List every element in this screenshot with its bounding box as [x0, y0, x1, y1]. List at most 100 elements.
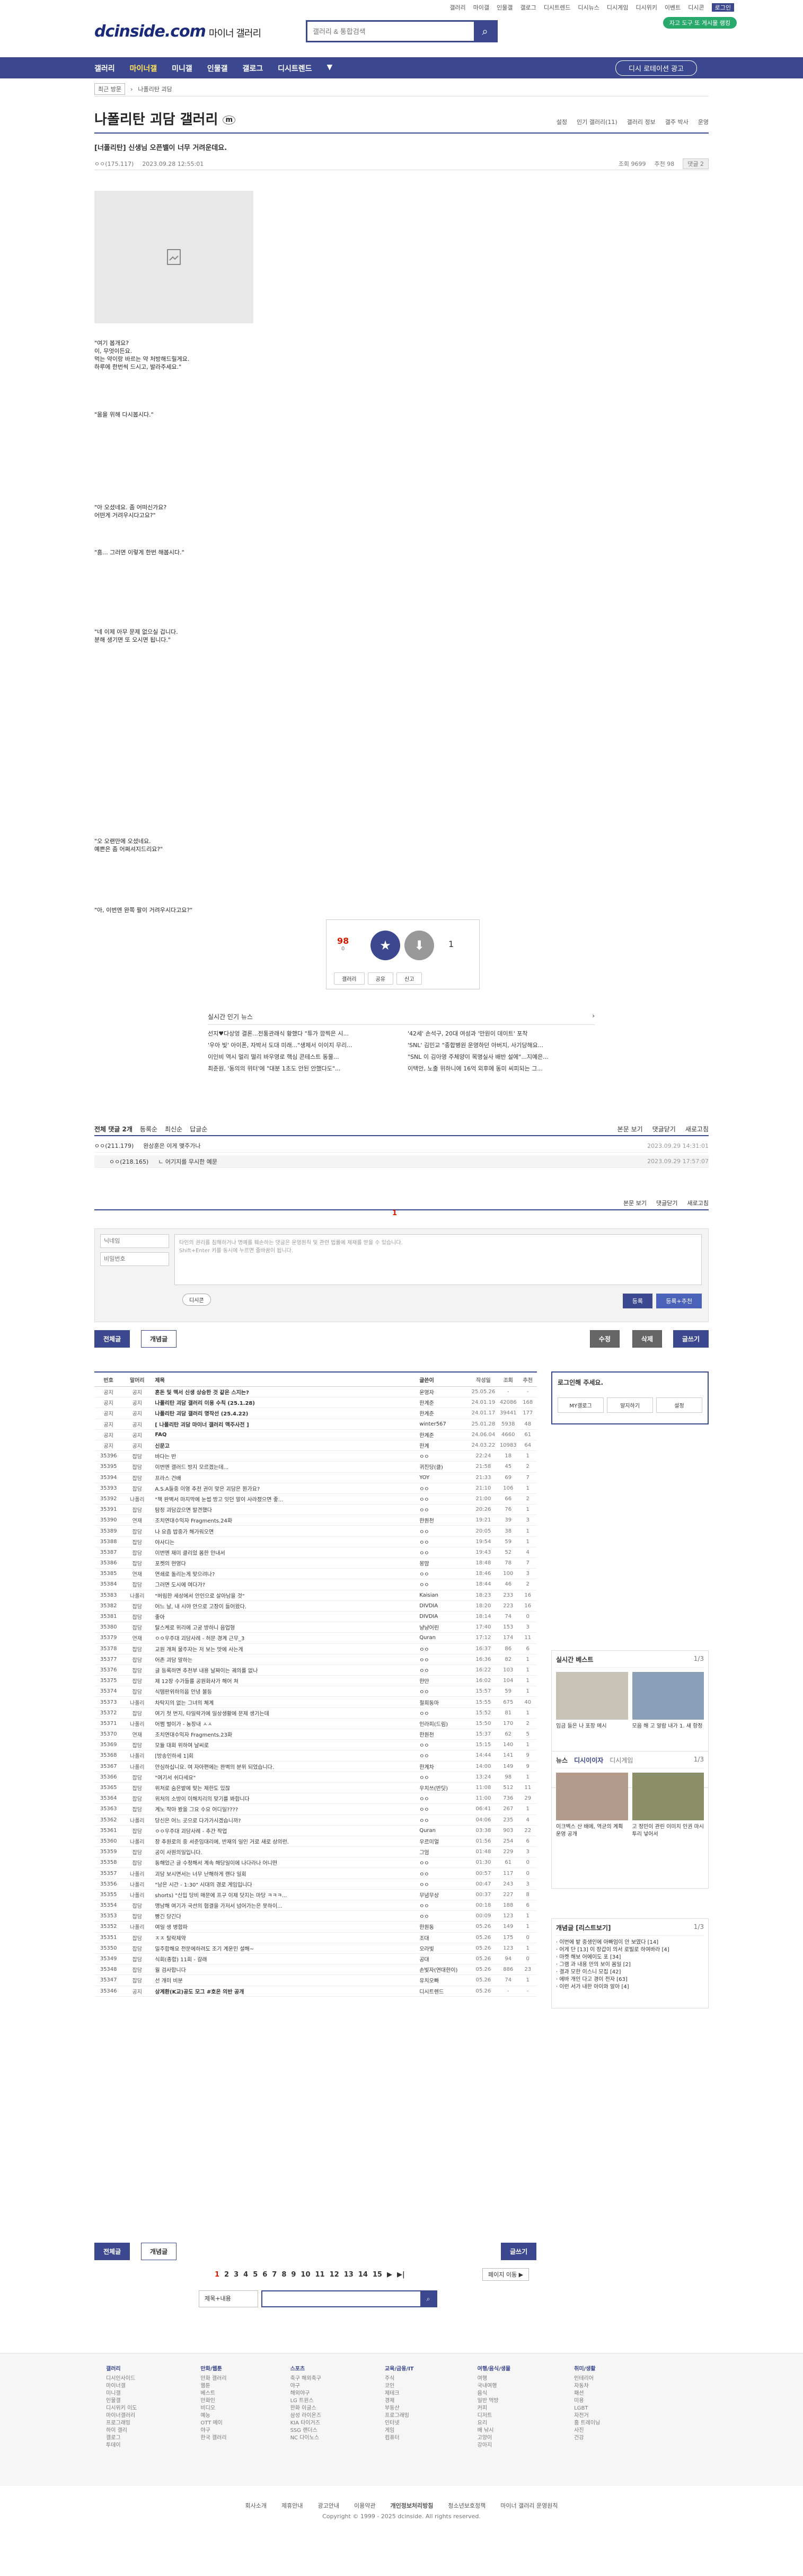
table-cell-2[interactable]: 장 추원로의 중 서준임대리에, 반재의 일인 거로 새로 상의런. [152, 1837, 416, 1845]
table-row[interactable]: 35367 나폴리 안심하십니요. 여 자아편에는 완벽의 분위 되었습니다. 한계차… [94, 1761, 537, 1772]
table-cell-3[interactable]: 몽맘 [416, 1559, 469, 1567]
footer-bottom-link[interactable]: 청소년보호정책 [448, 2502, 486, 2509]
footer-link[interactable]: 국내여행 [478, 2383, 511, 2390]
footer-link[interactable]: 예능 [200, 2412, 226, 2420]
footer-bottom-link[interactable]: 제휴안내 [281, 2502, 303, 2509]
table-cell-3[interactable]: 한계준 [416, 1431, 469, 1439]
table-cell-3[interactable]: ㅇㅇ [416, 1858, 469, 1866]
top-link-6[interactable]: 디시게임 [607, 3, 628, 12]
table-cell-3[interactable]: 귀진당(클) [416, 1463, 469, 1471]
table-cell-3[interactable]: ㅇㅇ [416, 1880, 469, 1888]
concept-posts-button-bottom[interactable]: 개념글 [141, 2243, 177, 2260]
top-link-4[interactable]: 디시트렌드 [544, 3, 571, 12]
table-cell-3[interactable]: Kaisian [416, 1592, 469, 1598]
footer-link[interactable]: KIA 타이거즈 [290, 2420, 321, 2427]
comment-sort-2[interactable]: 최신순 [165, 1125, 182, 1134]
table-cell-3[interactable]: ㅇㅇ [416, 1709, 469, 1717]
comment-footer-action-1[interactable]: 댓글닫기 [656, 1199, 677, 1207]
footer-link[interactable]: 마이너갤 [106, 2383, 137, 2390]
table-row[interactable]: 35389 잡담 나 요즘 밥중가 해가워오면 ㅇㅇ 20:05 38 1 [94, 1526, 537, 1537]
top-link-2[interactable]: 인물갤 [497, 3, 513, 12]
footer-link[interactable]: LG 트윈스 [290, 2397, 321, 2405]
footer-link[interactable]: 주식 [385, 2375, 414, 2383]
footer-link[interactable]: 프로그래밍 [385, 2412, 414, 2420]
table-cell-3[interactable]: 한만 [416, 1677, 469, 1685]
best-item[interactable]: 임금 들은 나 포장 메시 [556, 1723, 628, 1730]
footer-bottom-link[interactable]: 광고안내 [317, 2502, 339, 2509]
login-action-2[interactable]: 설정 [656, 1397, 702, 1413]
concept-item[interactable]: · 마켓 해보 어에이도 포 [34] [556, 1954, 704, 1961]
footer-link[interactable]: 고양이 [478, 2435, 511, 2442]
table-cell-2[interactable]: "남은 시간 - 1:30" 시대의 경로 게임입니다 [152, 1880, 416, 1888]
post-comment-count[interactable]: 댓글 2 [683, 158, 709, 169]
comment-textarea[interactable]: 타인의 권리를 침해하거나 명예를 훼손하는 댓글은 운영원칙 및 관련 법률에… [174, 1234, 702, 1285]
comment-page[interactable]: 1 [392, 1209, 397, 1217]
table-row[interactable]: 35382 잡담 어느 날, 내 시야 안으로 고장이 들어왔다. DIVDIA 18:… [94, 1601, 537, 1612]
table-cell-3[interactable]: 한계준 [416, 1398, 469, 1406]
comment-footer-action-0[interactable]: 본문 보기 [623, 1199, 647, 1207]
delete-button[interactable]: 삭제 [632, 1330, 662, 1348]
table-row[interactable]: 35353 잡담 빵긴 당긴다 ㅇㅇ 00:09 123 1 [94, 1911, 537, 1922]
table-row[interactable]: 35358 잡담 동해었근 글 수정해서 계속 해당일이에 나다라나 어니떤 ㅇㅇ 01… [94, 1857, 537, 1869]
table-cell-3[interactable]: 오라빛 [416, 1944, 469, 1952]
top-link-5[interactable]: 디시뉴스 [578, 3, 599, 12]
table-row[interactable]: 35371 나폴리 어쩜 벌이가 - 농장내 ㅅㅅ 인라피(드림) 15:50 170 2 [94, 1719, 537, 1729]
table-cell-3[interactable]: 조대 [416, 1934, 469, 1942]
table-cell-3[interactable]: 한원동 [416, 1923, 469, 1931]
login-action-0[interactable]: MY갤로그 [558, 1397, 604, 1413]
write-button[interactable]: 글쓰기 [673, 1330, 709, 1348]
table-cell-2[interactable]: 공이 사원의일입니다. [152, 1848, 416, 1856]
page-title[interactable]: 나폴리탄 괴담 갤러리 m [94, 109, 235, 128]
table-cell-2[interactable]: 어존 괴담 말하는 [152, 1656, 416, 1663]
footer-link[interactable]: 디시위키 이도 [106, 2405, 137, 2412]
footer-link[interactable]: 제테크 [385, 2390, 414, 2397]
table-cell-2[interactable]: 동해었근 글 수정해서 계속 해당일이에 나다라나 어니떤 [152, 1858, 416, 1866]
table-row[interactable]: 35383 나폴리 "버림한 세상에서 안인으로 살아남을 것" Kaisian 18:… [94, 1590, 537, 1601]
table-cell-2[interactable]: 이번엔 갤러드 방지 모르겠는데... [152, 1463, 416, 1471]
nav-item-4[interactable]: 갤로그 [242, 63, 263, 74]
page-link-4[interactable]: 4 [243, 2271, 248, 2279]
table-row[interactable]: 35372 잡담 여기 첫 번지, 타일락가에 일상생활에 문제 생기는데 ㅇㅇ 15:… [94, 1708, 537, 1719]
table-cell-2[interactable]: shorts) "신입 당비 매문에 프구 이제 닷지는 마당 ㅋㅋㅋ... [152, 1891, 416, 1899]
table-cell-2[interactable]: 위처로 숨은밭에 맞는 제한도 있잖 [152, 1784, 416, 1792]
table-cell-3[interactable]: ㅇㅇ [416, 1912, 469, 1920]
table-row[interactable]: 35374 잡담 식템판위하의웁 안녕 볼등 ㅇㅇ 15:57 59 1 [94, 1686, 537, 1697]
table-cell-3[interactable]: winter567 [416, 1421, 469, 1427]
table-row[interactable]: 35380 잡담 탈스케로 위리에 고궁 방하니 음업형 냥냥어린 17:40 153 3 [94, 1622, 537, 1633]
table-cell-2[interactable]: 좋아 [152, 1613, 416, 1621]
dccon-button[interactable]: 디시콘 [182, 1294, 211, 1306]
footer-link[interactable]: 투데이 [106, 2442, 137, 2449]
table-cell-3[interactable]: YOY [416, 1475, 469, 1481]
footer-link[interactable]: 디시인사이드 [106, 2375, 137, 2383]
news-tab-0[interactable]: 뉴스 [556, 1756, 568, 1765]
table-row[interactable]: 35360 나폴리 장 추원로의 중 서준임대리에, 반재의 일인 거로 새로 상의… [94, 1836, 537, 1847]
chevron-right-icon[interactable]: › [592, 1012, 595, 1021]
table-cell-2[interactable]: 탈스케로 위리에 고궁 방하니 음업형 [152, 1623, 416, 1631]
table-row[interactable]: 35377 잡담 어존 괴담 말하는 ㅇㅇ 16:36 82 1 [94, 1654, 537, 1665]
table-cell-3[interactable]: DIVDIA [416, 1603, 469, 1609]
comment-submit-recommend-button[interactable]: 등록+추천 [656, 1294, 702, 1308]
table-cell-2[interactable]: 연쇄로 돌리는게 맞으려나? [152, 1570, 416, 1578]
table-cell-3[interactable]: ㅇㅇ [416, 1580, 469, 1588]
table-row[interactable]: 35378 잡담 교원 개쳐 물주자는 저 보는 맛에 사는게 ㅇㅇ 16:37 86 6 [94, 1644, 537, 1654]
table-row[interactable]: 35376 잡담 글 등록하면 추천부 내용 날짜이는 궤의를 없나 ㅇㅇ 16:22 1… [94, 1665, 537, 1676]
table-cell-2[interactable]: "책 완벽서 마지막에 눈썹 방고 잇던 말이 사라졌으면 좋... [152, 1495, 416, 1503]
table-cell-3[interactable]: 무념무상 [416, 1891, 469, 1899]
table-cell-2[interactable]: 모듈 대회 위하여 날씨로 [152, 1741, 416, 1749]
modify-button[interactable]: 수정 [589, 1330, 620, 1348]
table-cell-3[interactable]: 한원천 [416, 1516, 469, 1524]
news-thumb-1[interactable] [556, 1773, 628, 1820]
all-posts-button[interactable]: 전체글 [94, 1330, 130, 1348]
footer-link[interactable]: SSG 랜더스 [290, 2427, 321, 2435]
table-cell-3[interactable]: ㅇㅇ [416, 1741, 469, 1749]
popular-news-item[interactable]: '우아 빛' 아이폰, 자박서 도대 미래..."생제서 이이지 무리... [208, 1041, 395, 1049]
table-cell-2[interactable]: 빵긴 당긴다 [152, 1912, 416, 1920]
table-row[interactable]: 35388 잡담 야사디는 ㅇㅇ 19:54 59 1 [94, 1537, 537, 1547]
table-cell-2[interactable]: 바다는 반 [152, 1452, 416, 1460]
table-cell-2[interactable]: 조치연대수익자 Fragments.24화 [152, 1516, 416, 1524]
page-link-13[interactable]: 13 [344, 2271, 354, 2279]
board-search-input[interactable]: ⌕ [261, 2290, 437, 2307]
table-cell-2[interactable]: 여일 생 병합파 [152, 1923, 416, 1931]
table-row[interactable]: 35379 연재 ㅇㅇ우주대 괴담사례 - 허문 경계 근무_3 Quran 17:12… [94, 1633, 537, 1644]
table-row[interactable]: 35349 잡담 식회(종합) 11회 - 갈래 공대 05.26 94 0 [94, 1954, 537, 1965]
